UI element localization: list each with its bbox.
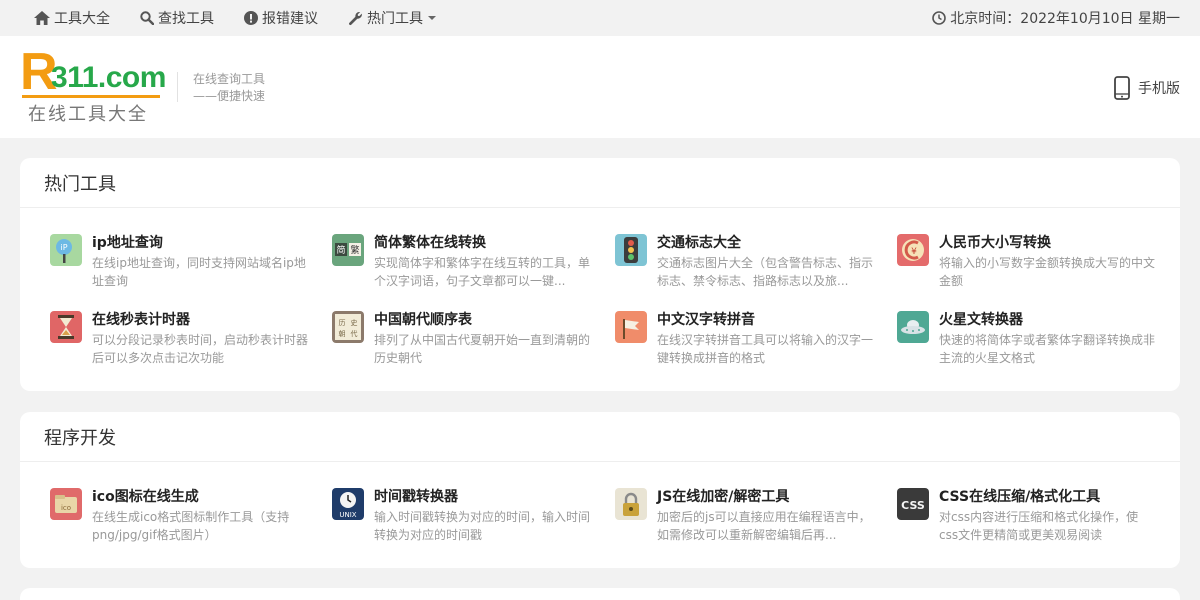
tool-name: JS在线加密/解密工具 [657, 489, 790, 505]
tool-desc: 对css内容进行压缩和格式化操作，使css文件更精简或更美观易阅读 [939, 510, 1139, 542]
tool-card[interactable]: CSS CSS在线压缩/格式化工具 对css内容进行压缩和格式化操作，使css文… [887, 486, 1167, 556]
panel-title: 热门工具 [20, 158, 1180, 208]
svg-text:繁: 繁 [350, 244, 359, 256]
next-section-panel [20, 588, 1180, 600]
svg-text:CSS: CSS [901, 499, 925, 512]
logo-domain: 311.com [51, 61, 166, 94]
svg-text:UNIX: UNIX [339, 511, 356, 519]
logo-subtitle: 在线工具大全 [28, 104, 148, 125]
top-nav: 工具大全 查找工具 报错建议 热门工具 [34, 0, 466, 36]
tool-name: 时间戳转换器 [374, 489, 458, 505]
tool-name: CSS在线压缩/格式化工具 [939, 489, 1101, 505]
tool-card[interactable]: 简繁 简体繁体在线转换 实现简体字和繁体字在线互转的工具，单个汉字词语，句子文章… [322, 232, 602, 302]
svg-text:代: 代 [351, 329, 358, 338]
tool-card[interactable]: 中文汉字转拼音 在线汉字转拼音工具可以将输入的汉字一键转换成拼音的格式 [605, 309, 885, 379]
tool-desc: 交通标志图片大全（包含警告标志、指示标志、禁令标志、指路标志以及旅... [657, 256, 874, 288]
mobile-version-label: 手机版 [1138, 81, 1180, 97]
ico-folder-icon: ico [50, 488, 82, 520]
tool-card[interactable]: ico ico图标在线生成 在线生成ico格式图标制作工具（支持png/jpg/… [40, 486, 320, 556]
site-header: R 311.com 在线工具大全 在线查询工具 ——便捷快速 手机版 [0, 36, 1200, 138]
tool-name: 在线秒表计时器 [92, 312, 190, 328]
panel-title: 程序开发 [20, 412, 1180, 462]
tool-card[interactable]: iP ip地址查询 在线ip地址查询，同时支持网站域名ip地址查询 [40, 232, 320, 302]
tool-desc: 实现简体字和繁体字在线互转的工具，单个汉字词语，句子文章都可以一键... [374, 256, 591, 288]
ip-pin-icon: iP [50, 234, 82, 266]
svg-text:iP: iP [60, 243, 67, 252]
slogan: 在线查询工具 ——便捷快速 [193, 71, 265, 105]
tool-desc: 快速的将简体字或者繁体字翻译转换成非主流的火星文格式 [939, 333, 1156, 365]
traffic-light-icon [615, 234, 647, 266]
tool-name: ico图标在线生成 [92, 489, 199, 505]
nav-find-tools[interactable]: 查找工具 [140, 8, 214, 28]
unix-clock-icon: UNIX [332, 488, 364, 520]
tool-card[interactable]: 历史朝代 中国朝代顺序表 排列了从中国古代夏朝开始一直到清朝的历史朝代 [322, 309, 602, 379]
nav-hot-tools-label: 热门工具 [367, 11, 423, 27]
yuan-coin-icon: ¥ [897, 234, 929, 266]
site-logo[interactable]: R 311.com 在线工具大全 [20, 46, 166, 126]
clock-text: 北京时间：2022年10月10日 星期一 [950, 11, 1180, 27]
svg-text:¥: ¥ [911, 247, 917, 257]
hot-tools-panel: 热门工具 iP ip地址查询 在线ip地址查询，同时支持网站域名ip地址查询 简… [20, 158, 1180, 391]
nav-tools-all[interactable]: 工具大全 [34, 8, 110, 28]
history-book-icon: 历史朝代 [332, 311, 364, 343]
home-icon [34, 11, 50, 25]
dev-tools-panel: 程序开发 ico ico图标在线生成 在线生成ico格式图标制作工具（支持png… [20, 412, 1180, 568]
tool-card[interactable]: ¥ 人民币大小写转换 将输入的小写数字金额转换成大写的中文金额 [887, 232, 1167, 302]
header-divider [177, 72, 178, 102]
svg-text:ico: ico [61, 504, 71, 512]
clock-icon [932, 11, 947, 25]
chevron-down-icon [428, 16, 436, 20]
hourglass-icon [50, 311, 82, 343]
slogan-line2: ——便捷快速 [193, 89, 266, 103]
svg-text:朝: 朝 [339, 330, 346, 338]
tool-name: 简体繁体在线转换 [374, 235, 486, 251]
svg-text:史: 史 [351, 318, 358, 327]
tool-desc: 输入时间戳转换为对应的时间，输入时间转换为对应的时间戳 [374, 510, 591, 542]
wrench-icon [349, 11, 362, 25]
css-icon: CSS [897, 488, 929, 520]
tool-card[interactable]: 交通标志大全 交通标志图片大全（包含警告标志、指示标志、禁令标志、指路标志以及旅… [605, 232, 885, 302]
tool-card[interactable]: JS在线加密/解密工具 加密后的js可以直接应用在编程语言中，如需修改可以重新解… [605, 486, 885, 556]
mobile-version-link[interactable]: 手机版 [1114, 76, 1180, 100]
nav-hot-tools[interactable]: 热门工具 [348, 8, 436, 28]
tool-name: 中国朝代顺序表 [374, 312, 472, 328]
tool-name: 交通标志大全 [657, 235, 741, 251]
slogan-line1: 在线查询工具 [193, 72, 266, 86]
svg-text:历: 历 [339, 319, 346, 327]
nav-find-tools-label: 查找工具 [158, 11, 214, 27]
tool-desc: 在线生成ico格式图标制作工具（支持png/jpg/gif格式图片） [92, 510, 290, 542]
search-icon [140, 11, 154, 25]
logo-underline [22, 95, 160, 98]
nav-feedback-label: 报错建议 [262, 11, 318, 27]
tool-name: 中文汉字转拼音 [657, 312, 755, 328]
phone-icon [1114, 76, 1130, 100]
flag-icon [615, 311, 647, 343]
tool-desc: 排列了从中国古代夏朝开始一直到清朝的历史朝代 [374, 333, 591, 365]
tool-card[interactable]: 在线秒表计时器 可以分段记录秒表时间，启动秒表计时器后可以多次点击记次功能 [40, 309, 320, 379]
jian-fan-icon: 简繁 [332, 234, 364, 266]
tool-desc: 加密后的js可以直接应用在编程语言中，如需修改可以重新解密编辑后再... [657, 510, 871, 542]
tool-name: 火星文转换器 [939, 312, 1023, 328]
tool-desc: 可以分段记录秒表时间，启动秒表计时器后可以多次点击记次功能 [92, 333, 309, 365]
top-bar: 工具大全 查找工具 报错建议 热门工具 北京时间：2022年10月10日 星期一 [0, 0, 1200, 36]
tool-card[interactable]: 火星文转换器 快速的将简体字或者繁体字翻译转换成非主流的火星文格式 [887, 309, 1167, 379]
nav-tools-all-label: 工具大全 [54, 11, 110, 27]
padlock-icon [615, 488, 647, 520]
tool-desc: 在线汉字转拼音工具可以将输入的汉字一键转换成拼音的格式 [657, 333, 874, 365]
svg-text:简: 简 [336, 244, 345, 256]
beijing-clock: 北京时间：2022年10月10日 星期一 [932, 0, 1180, 36]
tool-card[interactable]: UNIX 时间戳转换器 输入时间戳转换为对应的时间，输入时间转换为对应的时间戳 [322, 486, 602, 556]
tool-name: 人民币大小写转换 [939, 235, 1051, 251]
alert-icon [244, 11, 258, 25]
ufo-icon [897, 311, 929, 343]
nav-feedback[interactable]: 报错建议 [244, 8, 318, 28]
tool-desc: 将输入的小写数字金额转换成大写的中文金额 [939, 256, 1156, 288]
tool-desc: 在线ip地址查询，同时支持网站域名ip地址查询 [92, 256, 306, 288]
tool-name: ip地址查询 [92, 235, 163, 251]
